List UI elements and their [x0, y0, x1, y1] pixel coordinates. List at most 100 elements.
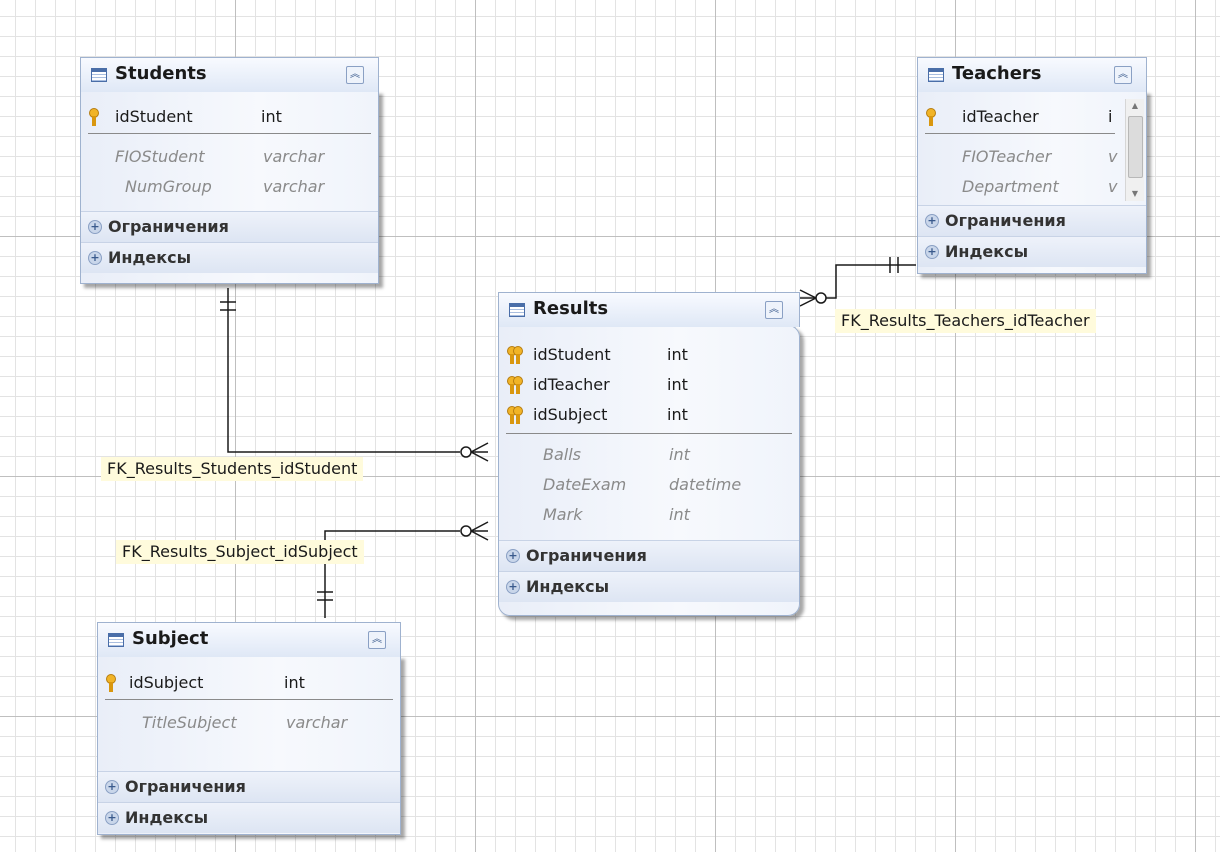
field-name: NumGroup: [125, 177, 212, 196]
field-name: idTeacher: [533, 375, 610, 394]
field-name: idTeacher: [962, 107, 1039, 126]
collapse-button[interactable]: ︽: [765, 301, 783, 319]
field-divider: [925, 133, 1115, 134]
field-type: int: [284, 673, 305, 692]
field-name: idStudent: [533, 345, 611, 364]
field-row[interactable]: NumGroup varchar: [81, 172, 378, 202]
section-label: Индексы: [526, 577, 610, 596]
section-label: Индексы: [125, 808, 209, 827]
field-type: varchar: [263, 147, 325, 166]
table-icon: [108, 633, 124, 647]
section-label: Ограничения: [526, 546, 647, 565]
field-type: varchar: [263, 177, 325, 196]
expand-plus-icon[interactable]: +: [925, 214, 939, 228]
table-header[interactable]: Subject ︽: [97, 622, 401, 657]
fk-label-teachers[interactable]: FK_Results_Teachers_idTeacher: [835, 309, 1096, 333]
field-row[interactable]: Mark int: [499, 500, 799, 530]
field-name: TitleSubject: [142, 713, 237, 732]
table-icon: [928, 68, 944, 82]
field-row[interactable]: idSubject int: [499, 400, 799, 430]
field-type: varchar: [286, 713, 348, 732]
field-row[interactable]: idTeacher i: [918, 102, 1123, 132]
field-name: Department: [962, 177, 1059, 196]
scroll-thumb[interactable]: [1128, 116, 1143, 178]
indexes-section[interactable]: + Индексы: [499, 571, 799, 602]
foreign-key-icon: [507, 346, 523, 364]
indexes-section[interactable]: + Индексы: [98, 802, 400, 833]
vertical-scrollbar[interactable]: ▲ ▼: [1125, 99, 1144, 201]
section-label: Индексы: [108, 248, 192, 267]
table-title: Results: [533, 298, 609, 319]
constraints-section[interactable]: + Ограничения: [499, 540, 799, 571]
field-name: Mark: [543, 505, 583, 524]
constraints-section[interactable]: + Ограничения: [918, 205, 1146, 236]
fk-label-subject[interactable]: FK_Results_Subject_idSubject: [116, 540, 364, 564]
table-header[interactable]: Students ︽: [80, 57, 379, 92]
field-name: FIOStudent: [115, 147, 205, 166]
field-type: int: [667, 375, 688, 394]
table-icon: [509, 303, 525, 317]
field-row[interactable]: FIOStudent varchar: [81, 142, 378, 172]
table-header[interactable]: Teachers ︽: [917, 57, 1147, 92]
constraints-section[interactable]: + Ограничения: [81, 211, 378, 242]
primary-key-icon: [106, 674, 116, 692]
table-subject[interactable]: Subject ︽ idSubject int TitleSubject var…: [97, 622, 401, 835]
collapse-button[interactable]: ︽: [1114, 66, 1132, 84]
section-label: Ограничения: [945, 211, 1066, 230]
field-row[interactable]: Balls int: [499, 440, 799, 470]
field-row[interactable]: idStudent int: [499, 340, 799, 370]
expand-plus-icon[interactable]: +: [506, 580, 520, 594]
section-label: Ограничения: [125, 777, 246, 796]
fk-label-students[interactable]: FK_Results_Students_idStudent: [101, 457, 364, 481]
relationship-students-results[interactable]: [220, 288, 489, 462]
field-row[interactable]: TitleSubject varchar: [98, 708, 400, 738]
table-results[interactable]: Results ︽ idStudent int idTeacher int id…: [498, 292, 800, 616]
expand-plus-icon[interactable]: +: [925, 245, 939, 259]
field-type: int: [667, 345, 688, 364]
expand-plus-icon[interactable]: +: [105, 811, 119, 825]
table-students[interactable]: Students ︽ idStudent int FIOStudent varc…: [80, 57, 379, 284]
field-row[interactable]: idStudent int: [81, 102, 378, 132]
expand-plus-icon[interactable]: +: [88, 251, 102, 265]
field-divider: [88, 133, 371, 134]
field-name: DateExam: [543, 475, 627, 494]
field-name: idStudent: [115, 107, 193, 126]
field-type: v: [1108, 177, 1118, 196]
table-title: Subject: [132, 628, 209, 649]
indexes-section[interactable]: + Индексы: [918, 236, 1146, 267]
field-type: int: [667, 405, 688, 424]
scroll-down-icon[interactable]: ▼: [1126, 187, 1144, 201]
expand-plus-icon[interactable]: +: [88, 220, 102, 234]
section-label: Индексы: [945, 242, 1029, 261]
table-icon: [91, 68, 107, 82]
table-teachers[interactable]: Teachers ︽ idTeacher i FIOTeacher v Depa…: [917, 57, 1147, 274]
indexes-section[interactable]: + Индексы: [81, 242, 378, 273]
field-type: v: [1108, 147, 1118, 166]
primary-key-icon: [926, 108, 936, 126]
relationship-subject-results[interactable]: [317, 521, 489, 618]
relationship-teachers-results[interactable]: [799, 257, 916, 307]
table-title: Teachers: [952, 63, 1042, 84]
field-row[interactable]: Department v: [918, 172, 1123, 202]
primary-key-icon: [89, 108, 99, 126]
field-type: datetime: [669, 475, 742, 494]
diagram-canvas[interactable]: FK_Results_Students_idStudent FK_Results…: [0, 0, 1220, 852]
field-row[interactable]: FIOTeacher v: [918, 142, 1123, 172]
field-row[interactable]: idSubject int: [98, 668, 400, 698]
field-name: Balls: [543, 445, 582, 464]
collapse-button[interactable]: ︽: [368, 631, 386, 649]
field-type: int: [669, 445, 690, 464]
field-name: FIOTeacher: [962, 147, 1052, 166]
collapse-button[interactable]: ︽: [346, 66, 364, 84]
constraints-section[interactable]: + Ограничения: [98, 771, 400, 802]
scroll-up-icon[interactable]: ▲: [1126, 99, 1144, 113]
field-name: idSubject: [129, 673, 204, 692]
field-type: i: [1108, 107, 1113, 126]
expand-plus-icon[interactable]: +: [105, 780, 119, 794]
field-row[interactable]: idTeacher int: [499, 370, 799, 400]
field-divider: [105, 699, 393, 700]
expand-plus-icon[interactable]: +: [506, 549, 520, 563]
field-divider: [506, 433, 792, 434]
table-header[interactable]: Results ︽: [498, 292, 800, 327]
field-row[interactable]: DateExam datetime: [499, 470, 799, 500]
